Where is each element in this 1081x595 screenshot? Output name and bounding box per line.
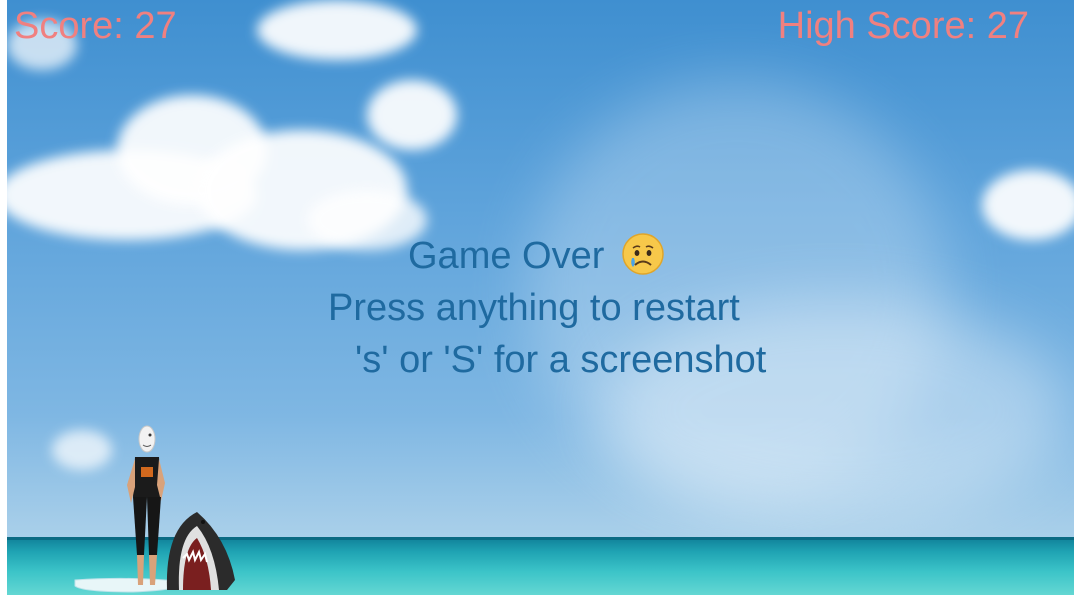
high-score-label: High Score: 27	[777, 5, 1029, 47]
sky-haze-lower	[607, 300, 1067, 520]
score-label: Score: 27	[14, 5, 177, 47]
shark-enemy	[166, 512, 235, 590]
crying-face-icon	[621, 232, 665, 276]
restart-hint: Press anything to restart	[328, 287, 740, 329]
screenshot-hint: 's' or 'S' for a screenshot	[355, 339, 767, 381]
game-over-text: Game Over	[408, 235, 605, 277]
game-over-title: Game Over	[408, 232, 665, 278]
